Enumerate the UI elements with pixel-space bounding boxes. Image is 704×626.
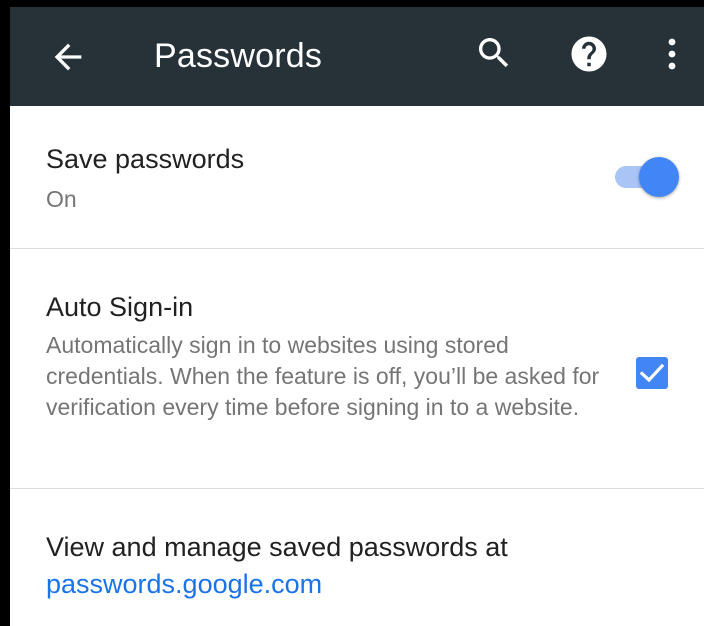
auto-signin-row[interactable]: Auto Sign-in Automatically sign in to we…: [10, 249, 704, 489]
save-passwords-toggle[interactable]: [611, 157, 681, 197]
toggle-thumb: [639, 157, 679, 197]
help-circle-icon[interactable]: [568, 33, 610, 75]
arrow-back-icon[interactable]: [48, 37, 88, 77]
auto-signin-checkbox[interactable]: [636, 357, 668, 389]
manage-passwords-row: View and manage saved passwords at passw…: [10, 489, 704, 626]
settings-screen: Passwords Save passwords On Auto Sign-in…: [10, 7, 704, 626]
manage-passwords-text: View and manage saved passwords at: [46, 532, 508, 562]
app-bar: Passwords: [10, 7, 704, 106]
passwords-google-link[interactable]: passwords.google.com: [46, 567, 322, 601]
auto-signin-description: Automatically sign in to websites using …: [46, 332, 600, 420]
search-icon[interactable]: [474, 33, 514, 73]
save-passwords-title: Save passwords: [46, 144, 245, 174]
more-vert-icon[interactable]: [660, 33, 684, 75]
save-passwords-status: On: [46, 186, 77, 212]
checkmark-icon: [639, 363, 665, 383]
auto-signin-title: Auto Sign-in: [46, 292, 194, 322]
page-title: Passwords: [154, 37, 323, 75]
save-passwords-row[interactable]: Save passwords On: [10, 106, 704, 249]
